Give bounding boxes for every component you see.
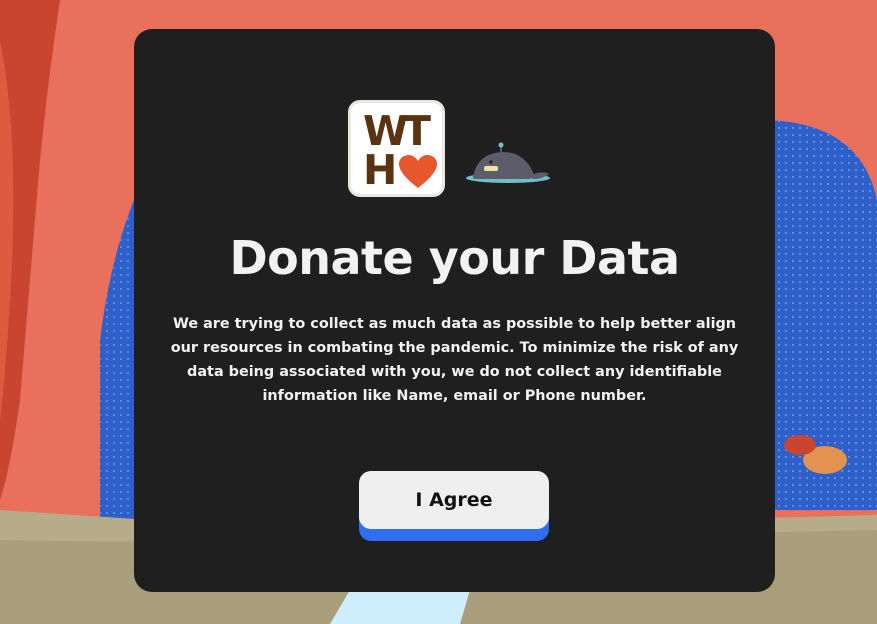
- donate-data-modal: W T H Donate your Data We are trying to …: [134, 29, 775, 592]
- logo-letter-h: H: [363, 146, 398, 194]
- logo-row: W T H: [134, 100, 775, 198]
- modal-description: We are trying to collect as much data as…: [170, 316, 739, 404]
- whale-icon: [466, 142, 550, 183]
- modal-title: Donate your Data: [229, 231, 680, 285]
- logo-letter-t: T: [403, 107, 431, 155]
- wth-logo: W T H: [348, 100, 445, 197]
- heart-icon: [399, 155, 437, 188]
- agree-button-wrapper: I Agree: [359, 471, 549, 541]
- agree-button[interactable]: I Agree: [359, 471, 549, 529]
